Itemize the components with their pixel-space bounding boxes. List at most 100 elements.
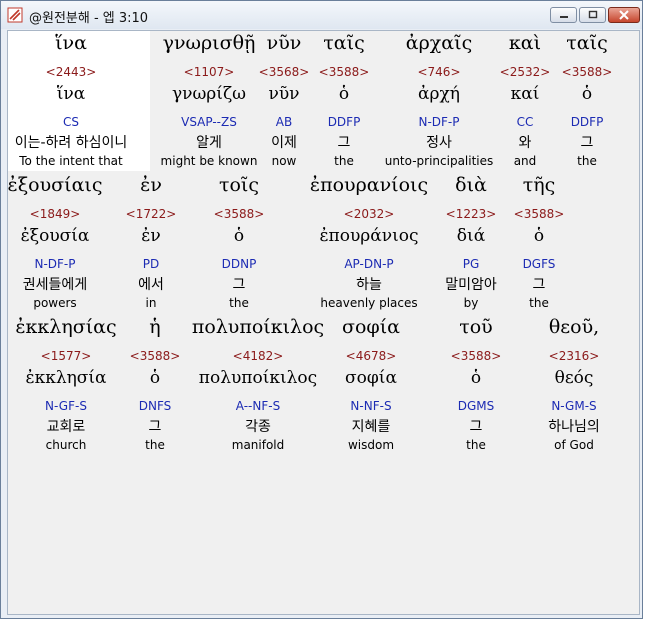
lexical-form: ὁ (581, 84, 593, 104)
lexical-form: ἀρχή (418, 84, 460, 104)
word-column[interactable]: ταῖς <3588> ὁ DDFP 그 the (557, 34, 617, 171)
english-gloss: the (145, 438, 165, 452)
strong-number: <746> (417, 65, 461, 79)
english-gloss: powers (33, 296, 77, 310)
english-gloss: in (145, 296, 157, 310)
strong-number: <1849> (29, 207, 81, 221)
word-column[interactable]: διὰ <1223> διά PG 말미암아 by (426, 176, 516, 313)
word-column[interactable]: τῆς <3588> ὁ DGFS 그 the (504, 176, 574, 313)
lexical-form: ἐν (141, 226, 161, 246)
parsing-code: N-GM-S (551, 399, 597, 413)
strong-number: <1577> (40, 349, 92, 363)
korean-gloss: 그 (148, 419, 162, 435)
greek-word: νῦν (266, 32, 302, 54)
korean-gloss: 권세들에게 (22, 277, 88, 293)
strong-number: <2443> (45, 65, 97, 79)
lexical-form: ὁ (533, 226, 545, 246)
parsing-code: AP-DN-P (344, 257, 394, 271)
english-gloss: manifold (231, 438, 285, 452)
greek-word: ταῖς (566, 32, 608, 54)
word-column[interactable]: νῦν <3568> νῦν AB 이제 now (254, 34, 314, 171)
app-window: @원전분해 - 엡 3:10 ἵνα <2443> ἵνα CS 이는-하려 하심이니 T… (0, 0, 643, 619)
word-column[interactable]: ἐν <1722> ἐν PD 에서 in (121, 176, 181, 313)
word-column[interactable]: ἐξουσίαις <1849> ἐξουσία N-DF-P 권세들에게 powers (7, 174, 120, 313)
word-column[interactable]: θεοῦ, <2316> θεός N-GM-S 하나님의 of God (524, 318, 624, 455)
strong-number: <4678> (345, 349, 397, 363)
minimize-button[interactable] (550, 7, 577, 23)
english-gloss: the (466, 438, 486, 452)
greek-word: ἀρχαῖς (405, 32, 473, 54)
lexical-form: γνωρίζω (171, 84, 247, 104)
greek-word: διὰ (455, 174, 487, 196)
word-column[interactable]: ἵνα <2443> ἵνα CS 이는-하려 하심이니 To the intent th… (8, 32, 141, 171)
english-gloss: the (334, 154, 354, 168)
parsing-code: DDFP (570, 115, 604, 129)
english-gloss: heavenly places (320, 296, 418, 310)
english-gloss: church (45, 438, 87, 452)
word-column[interactable]: τοῖς <3588> ὁ DDNP 그 the (199, 176, 279, 313)
strong-number: <2032> (343, 207, 395, 221)
greek-word: ἡ (149, 316, 161, 338)
strong-number: <2532> (499, 65, 551, 79)
strong-number: <2316> (548, 349, 600, 363)
word-column[interactable]: πολυποίκιλος <4182> πολυποίκιλος A--NF-S 각종 m… (188, 318, 328, 455)
title-bar[interactable]: @원전분해 - 엡 3:10 (1, 1, 642, 29)
word-column[interactable]: τοῦ <3588> ὁ DGMS 그 the (436, 318, 516, 455)
english-gloss: To the intent that (19, 154, 123, 168)
korean-gloss: 알게 (196, 135, 222, 151)
lexical-form: ἐκκλησία (25, 368, 107, 388)
korean-gloss: 그 (337, 135, 351, 151)
lexical-form: ὁ (338, 84, 350, 104)
parsing-code: DDFP (327, 115, 361, 129)
parsing-code: CC (516, 115, 534, 129)
strong-number: <3588> (318, 65, 370, 79)
greek-word: ταῖς (323, 32, 365, 54)
word-column[interactable]: γνωρισθῇ <1107> γνωρίζω VSAP--ZS 알게 might be … (149, 34, 269, 171)
word-column[interactable]: σοφία <4678> σοφία N-NF-S 지혜를 wisdom (321, 318, 421, 455)
greek-word: ἐκκλησίας (15, 316, 117, 338)
english-gloss: the (529, 296, 549, 310)
word-column[interactable]: καὶ <2532> καί CC 와 and (495, 34, 555, 171)
korean-gloss: 교회로 (46, 419, 86, 435)
word-column[interactable]: ἐπουρανίοις <2032> ἐπουράνιος AP-DN-P 하늘 heav… (294, 176, 444, 313)
parsing-code: CS (63, 115, 79, 129)
korean-gloss: 하나님의 (548, 419, 600, 435)
strong-number: <3568> (258, 65, 310, 79)
lexical-form: πολυποίκιλος (198, 368, 318, 388)
greek-word: τοῖς (218, 174, 260, 196)
app-logo-icon (7, 7, 23, 23)
english-gloss: by (463, 296, 479, 310)
close-button[interactable] (608, 7, 640, 23)
word-column[interactable]: ἡ <3588> ὁ DNFS 그 the (125, 318, 185, 455)
parsing-code: DDNP (221, 257, 257, 271)
greek-word: ἵνα (55, 32, 87, 54)
strong-number: <3588> (513, 207, 565, 221)
word-column[interactable]: ἐκκλησίας <1577> ἐκκλησία N-GF-S 교회로 church (8, 316, 136, 455)
lexical-form: ἵνα (56, 84, 86, 104)
strong-number: <3588> (561, 65, 613, 79)
greek-word: πολυποίκιλος (191, 316, 325, 338)
parsing-code: A--NF-S (235, 399, 281, 413)
strong-number: <1223> (445, 207, 497, 221)
korean-gloss: 정사 (426, 135, 452, 151)
korean-gloss: 이는-하려 하심이니 (14, 135, 128, 151)
parsing-code: DNFS (138, 399, 172, 413)
english-gloss: wisdom (347, 438, 395, 452)
lexical-form: σοφία (345, 368, 397, 388)
greek-word: σοφία (342, 316, 400, 338)
english-gloss: unto-principalities (384, 154, 494, 168)
greek-word: γνωρισθῇ (162, 32, 256, 54)
minimize-icon (559, 16, 568, 18)
korean-gloss: 말미암아 (445, 277, 497, 293)
parsing-code: PD (142, 257, 160, 271)
english-gloss: and (513, 154, 537, 168)
parsing-code: AB (275, 115, 293, 129)
word-column[interactable]: ταῖς <3588> ὁ DDFP 그 the (314, 34, 374, 171)
korean-gloss: 그 (469, 419, 483, 435)
parsing-code: N-GF-S (45, 399, 87, 413)
strong-number: <3588> (213, 207, 265, 221)
greek-word: ἐξουσίαις (7, 174, 103, 196)
word-column[interactable]: ἀρχαῖς <746> ἀρχή N-DF-P 정사 unto-principaliti… (374, 34, 504, 171)
maximize-icon (588, 10, 597, 19)
maximize-button[interactable] (579, 7, 606, 23)
